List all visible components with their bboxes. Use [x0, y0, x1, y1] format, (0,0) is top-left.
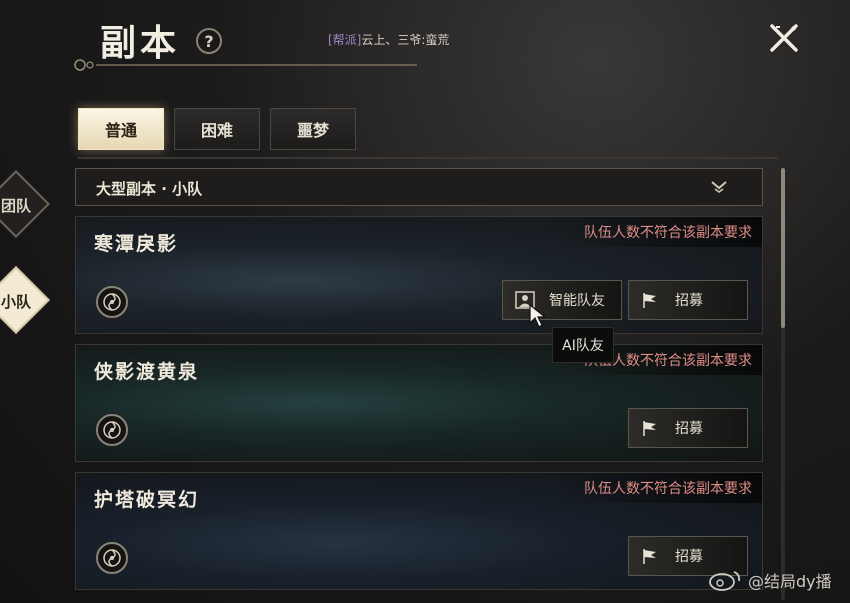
dungeon-type-icon	[96, 542, 128, 574]
title-ornament	[74, 59, 417, 71]
recruit-label: 招募	[675, 293, 703, 309]
ai-teammate-button[interactable]: 智能队友	[502, 280, 622, 320]
guild-tag: [帮派]	[328, 33, 362, 47]
ai-teammate-tooltip: AI队友	[552, 327, 614, 363]
dungeon-name: 侠影渡黄泉	[94, 361, 200, 383]
close-icon	[770, 24, 798, 52]
recruit-button[interactable]: 招募	[628, 280, 748, 320]
dungeon-type-icon	[96, 286, 128, 318]
flag-icon	[643, 549, 656, 564]
dungeon-name: 护塔破冥幻	[94, 489, 200, 511]
tab-hard[interactable]: 困难	[174, 108, 260, 150]
guild-members: 云上、三爷:蛮荒	[361, 33, 450, 47]
recruit-button[interactable]: 招募	[628, 408, 748, 448]
dungeon-card[interactable]: 护塔破冥幻 队伍人数不符合该副本要求 招募	[75, 472, 763, 590]
close-button[interactable]	[766, 20, 802, 56]
side-tab-team[interactable]: 团队	[0, 195, 36, 216]
tab-divider	[78, 157, 778, 159]
dungeon-type-icon	[96, 414, 128, 446]
watermark-text: @结局dy播	[748, 572, 832, 591]
weibo-icon	[709, 571, 741, 591]
ai-teammate-label: 智能队友	[549, 293, 605, 309]
watermark: @结局dy播	[708, 568, 832, 592]
flag-icon	[643, 421, 656, 436]
scrollbar-thumb[interactable]	[781, 168, 785, 328]
chevron-down-icon	[711, 181, 727, 193]
recruit-label: 招募	[675, 549, 703, 565]
dungeon-card[interactable]: 寒潭戾影 队伍人数不符合该副本要求 智能队友 招募	[75, 216, 763, 334]
help-button[interactable]: ?	[196, 28, 222, 54]
dungeon-warning: 队伍人数不符合该副本要求	[554, 217, 762, 247]
help-icon: ?	[204, 31, 214, 51]
side-tab-squad[interactable]: 小队	[0, 291, 36, 312]
flag-icon	[643, 293, 656, 308]
cursor-icon	[529, 303, 547, 328]
dungeon-name: 寒潭戾影	[94, 233, 179, 255]
dungeon-card[interactable]: 侠影渡黄泉 队伍人数不符合该副本要求 招募	[75, 344, 763, 462]
guild-info: [帮派]云上、三爷:蛮荒	[328, 31, 449, 48]
dungeon-type-dropdown[interactable]: 大型副本 · 小队	[75, 168, 763, 206]
dungeon-warning: 队伍人数不符合该副本要求	[554, 473, 762, 503]
tab-normal[interactable]: 普通	[78, 108, 164, 150]
tab-nightmare[interactable]: 噩梦	[270, 108, 356, 150]
recruit-label: 招募	[675, 421, 703, 437]
swirl-icon	[103, 549, 121, 567]
dropdown-selected: 大型副本 · 小队	[96, 180, 203, 198]
swirl-icon	[103, 421, 121, 439]
swirl-icon	[103, 293, 121, 311]
